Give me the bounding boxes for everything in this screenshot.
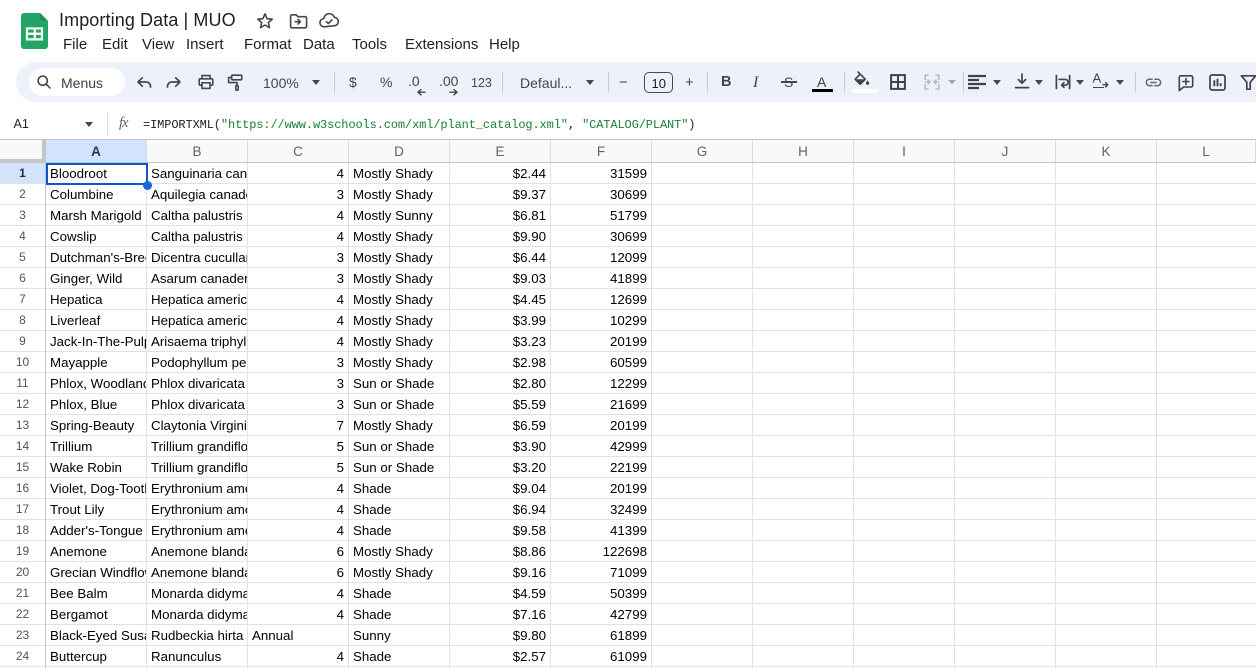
svg-text:A: A [1093, 71, 1102, 86]
